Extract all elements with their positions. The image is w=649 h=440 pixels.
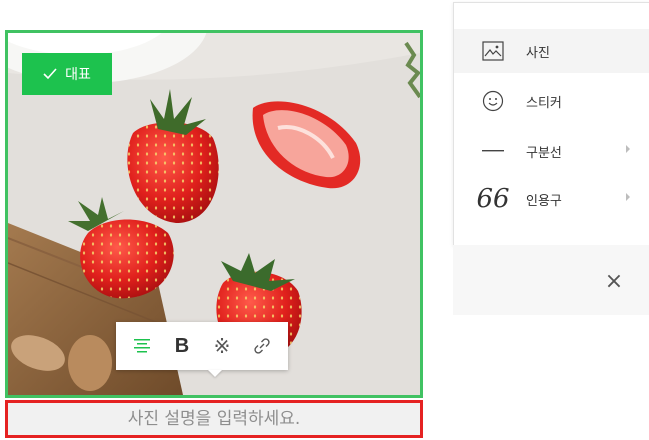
link-button[interactable] [244,328,280,364]
horizontal-line-icon [478,136,508,166]
check-icon [43,68,57,80]
submenu-arrow-icon [626,145,630,153]
photo-caption-field[interactable] [5,400,423,438]
close-icon: × [604,268,624,294]
smiley-icon [478,86,508,116]
menu-item-label: 인용구 [526,193,562,209]
bold-icon: B [174,334,190,357]
menu-item-sticker[interactable]: 스티커 [454,79,649,123]
bold-button[interactable]: B [164,328,200,364]
insert-menu: 사진 스티커 구분선 66 인용구 [453,2,649,246]
representative-badge[interactable]: 대표 [22,53,112,95]
menu-item-label: 스티커 [526,95,562,111]
align-center-button[interactable] [124,328,160,364]
image-icon [478,36,508,66]
insert-menu-footer: × [453,245,649,315]
toolbar-pointer [208,370,222,377]
quote-icon: 66 [476,184,510,214]
submenu-arrow-icon [626,193,630,201]
menu-item-divider[interactable]: 구분선 [454,129,649,173]
photo-caption-input[interactable] [8,402,420,436]
link-icon [254,338,270,354]
close-button[interactable]: × [596,263,632,299]
menu-item-quote[interactable]: 66 인용구 [454,177,649,221]
editor-stage: 대표 B ※ 사진 설명을 입력하세요. 사진 스티커 구분선 66 인용구 × [0,0,649,440]
menu-item-label: 구분선 [526,145,562,161]
menu-item-photo[interactable]: 사진 [454,29,649,73]
effect-button[interactable]: ※ [204,328,240,364]
representative-badge-label: 대표 [65,67,91,83]
effect-icon: ※ [213,334,231,358]
align-center-icon [134,339,150,353]
image-format-toolbar: B ※ [116,322,288,370]
menu-item-label: 사진 [526,45,550,61]
